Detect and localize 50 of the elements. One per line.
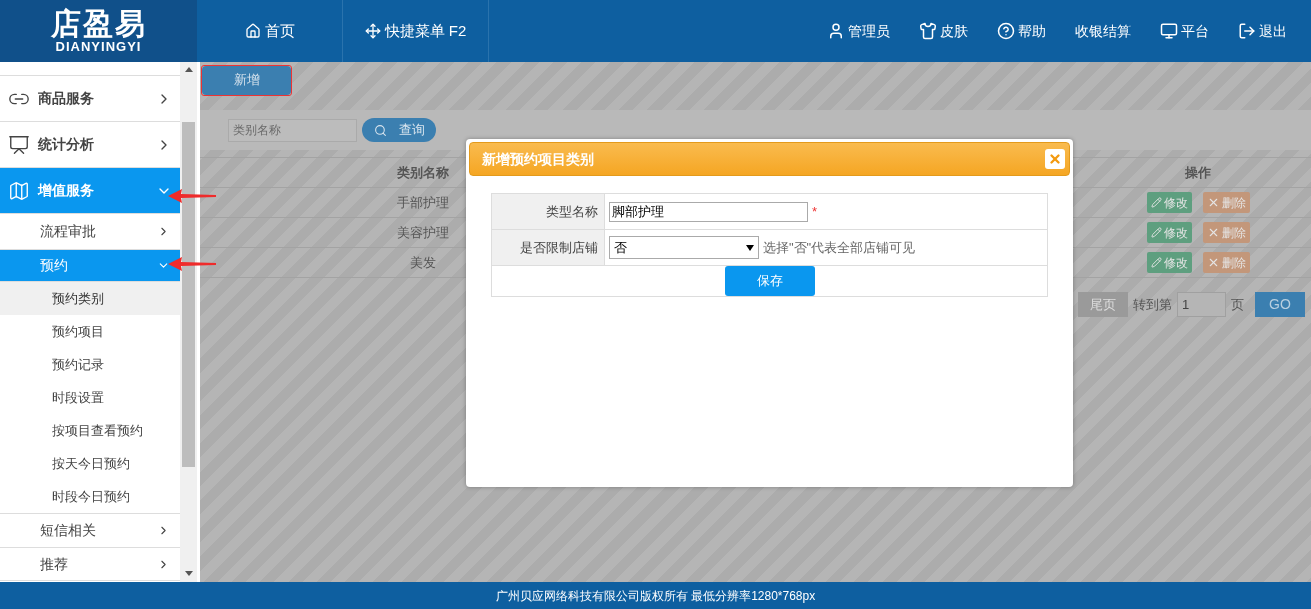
add-button[interactable]: 新增 <box>202 65 291 95</box>
map-icon <box>8 179 30 202</box>
search-field[interactable]: 类别名称 <box>228 118 357 142</box>
sidebar-subitem[interactable]: 预约类别 <box>0 282 180 315</box>
close-icon <box>1048 152 1062 166</box>
help-icon <box>997 22 1015 40</box>
column-header: 操作 <box>1184 163 1212 182</box>
search-button[interactable]: 查询 <box>362 118 436 142</box>
field-hint: 选择"否"代表全部店铺可见 <box>763 238 916 257</box>
pencil-icon <box>1150 197 1162 208</box>
logout-icon <box>1238 22 1256 40</box>
home-icon <box>244 23 261 39</box>
header-link[interactable]: 管理员 <box>827 20 890 42</box>
column-header: 类别名称 <box>397 163 449 182</box>
table-cell-text: 手部护理 <box>397 193 449 212</box>
scroll-up-icon <box>184 67 193 72</box>
select-value: 否 <box>614 238 627 257</box>
user-icon <box>827 22 845 40</box>
monitor-icon <box>1160 22 1178 40</box>
field-label: 是否限制店铺 <box>492 230 605 265</box>
close-button[interactable] <box>1045 149 1065 169</box>
header-link[interactable]: 收银结算 <box>1075 20 1131 42</box>
scroll-thumb[interactable] <box>182 122 195 467</box>
pencil-icon <box>1150 257 1162 268</box>
name-field[interactable]: 脚部护理 <box>609 201 808 222</box>
table-cell-text: 美容护理 <box>397 223 449 242</box>
scrollbar[interactable] <box>180 62 197 582</box>
dropdown-icon <box>746 244 754 251</box>
logo-title: 店盈易 <box>50 8 147 40</box>
header-link[interactable]: 帮助 <box>997 20 1046 42</box>
pointer-arrow-icon <box>168 257 216 271</box>
header-link[interactable]: 皮肤 <box>919 20 968 42</box>
table-cell-text: 美发 <box>410 253 436 272</box>
required-mark: * <box>812 202 818 221</box>
header-link[interactable]: 退出 <box>1238 20 1287 42</box>
pointer-arrow-icon <box>168 189 216 203</box>
store-select[interactable]: 否 <box>609 236 759 259</box>
copyright-text: 广州贝应网络科技有限公司版权所有 最低分辨率1280*768px <box>495 587 816 605</box>
shirt-icon <box>919 22 937 40</box>
logo-subtitle: DIANYINGYI <box>55 40 142 54</box>
field-label: 类型名称 <box>492 194 605 229</box>
scroll-down-icon <box>184 571 193 576</box>
search-icon <box>373 123 387 137</box>
page-suffix: 页 <box>1231 295 1244 314</box>
goto-label: 转到第 <box>1133 295 1172 314</box>
move-icon <box>364 23 381 39</box>
dialog-title: 新增预约项目类别 <box>482 149 594 169</box>
header-link[interactable]: 平台 <box>1160 20 1209 42</box>
page-input[interactable]: 1 <box>1177 292 1226 317</box>
pencil-icon <box>1150 227 1162 238</box>
